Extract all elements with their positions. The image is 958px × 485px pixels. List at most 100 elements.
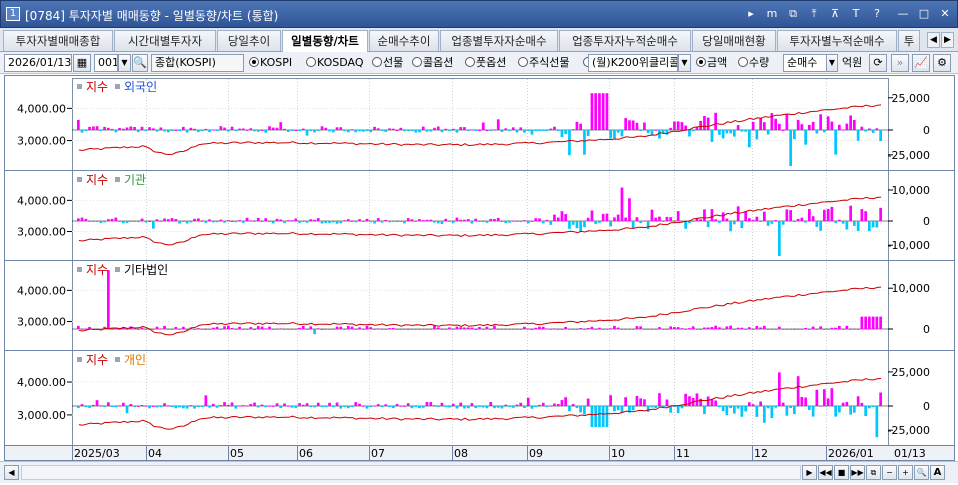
bar xyxy=(279,219,283,221)
type-select-chevron-down-icon[interactable]: ▼ xyxy=(826,54,838,72)
gear-icon[interactable]: ⚙ xyxy=(933,54,951,72)
radio-label: KOSPI xyxy=(260,56,293,69)
bar xyxy=(369,406,373,407)
calendar-icon[interactable]: ▦ xyxy=(73,54,91,72)
fast-forward-icon[interactable]: ▶▶ xyxy=(850,465,865,480)
pin-top-icon[interactable]: ⤒ xyxy=(806,6,822,22)
tab-1[interactable]: 투자자별매매종합 xyxy=(3,30,113,51)
tab-next-icon[interactable]: ▶ xyxy=(941,32,954,48)
window-copy-icon[interactable]: ⧉ xyxy=(785,6,801,22)
radio-dot-icon[interactable] xyxy=(518,57,528,67)
bar xyxy=(853,328,856,330)
bar xyxy=(875,221,879,228)
window-tile-icon[interactable]: ⧉ xyxy=(866,465,881,480)
bar xyxy=(283,403,286,406)
close-icon[interactable]: ✕ xyxy=(937,6,953,22)
code-input[interactable]: 001 xyxy=(94,54,118,72)
pin-icon[interactable]: ⊼ xyxy=(827,6,843,22)
tab-6[interactable]: 업종별투자자순매수 xyxy=(440,30,558,51)
bar xyxy=(691,130,695,132)
product-select-chevron-down-icon[interactable]: ▼ xyxy=(678,54,691,72)
bar xyxy=(264,328,268,330)
radio-markets-4[interactable]: 풋옵션 xyxy=(465,56,506,70)
play-icon[interactable]: ▸ xyxy=(743,6,759,22)
radio-dot-icon[interactable] xyxy=(372,57,382,67)
memo-icon[interactable]: m xyxy=(764,6,780,22)
font-size-icon[interactable]: T xyxy=(848,6,864,22)
radio-markets-5[interactable]: 주식선물 xyxy=(518,56,569,70)
radio-dot-icon[interactable] xyxy=(465,57,475,67)
scroll-track[interactable] xyxy=(21,465,801,480)
tab-9[interactable]: 투자자별누적순매수 xyxy=(777,30,897,51)
bar xyxy=(676,121,680,130)
tab-2[interactable]: 시간대별투자자 xyxy=(114,30,216,51)
bar xyxy=(140,218,144,221)
bar xyxy=(448,221,451,222)
bar xyxy=(628,120,631,130)
window-number-badge[interactable]: 1 xyxy=(6,7,20,21)
zoom-out-icon[interactable]: − xyxy=(882,465,897,480)
bar xyxy=(485,130,489,131)
radio-markets-0[interactable]: KOSPI xyxy=(249,56,292,70)
search-icon[interactable]: 🔍 xyxy=(132,54,148,72)
radio-dot-icon[interactable] xyxy=(738,57,748,67)
bar xyxy=(830,327,834,329)
bar xyxy=(530,220,534,222)
tab-4[interactable]: 일별동향/차트 xyxy=(282,30,368,53)
minimize-icon[interactable]: — xyxy=(895,6,911,22)
radio-units-1[interactable]: 수량 xyxy=(738,56,769,70)
magnifier-icon[interactable]: 🔍 xyxy=(914,465,929,480)
investor-chart-svg[interactable]: 4,000.00 3,000.00 25,000 0 -25,000 지수 외국인 4,000… xyxy=(0,75,958,461)
chevron-down-icon[interactable]: ▼ xyxy=(118,54,131,72)
bar xyxy=(830,121,834,130)
maximize-icon[interactable]: □ xyxy=(916,6,932,22)
bar xyxy=(515,130,519,133)
radio-markets-1[interactable]: KOSDAQ xyxy=(306,56,364,70)
font-icon[interactable]: A xyxy=(930,465,945,480)
bar xyxy=(414,329,418,330)
bar xyxy=(646,329,650,330)
bar xyxy=(122,221,125,224)
tab-10[interactable]: 투 xyxy=(898,30,920,51)
tab-3[interactable]: 당일추이 xyxy=(217,30,281,51)
tab-8[interactable]: 당일매매현황 xyxy=(692,30,776,51)
chart-icon[interactable]: 📈 xyxy=(912,54,930,72)
bar xyxy=(526,221,530,224)
bar xyxy=(579,123,582,130)
chart-area[interactable]: 4,000.00 3,000.00 25,000 0 -25,000 지수 외국인 4,000… xyxy=(0,75,958,461)
radio-dot-icon[interactable] xyxy=(249,57,259,67)
zoom-in-icon[interactable]: + xyxy=(898,465,913,480)
scroll-left-icon[interactable]: ◀ xyxy=(4,465,19,480)
bar xyxy=(485,406,489,409)
x-axis-label: 11 xyxy=(676,447,690,460)
radio-markets-3[interactable]: 콜옵션 xyxy=(412,56,453,70)
bar xyxy=(823,209,826,221)
type-select[interactable]: 순매수 xyxy=(783,54,827,72)
product-select[interactable]: (월)K200위클리콜 xyxy=(588,54,678,72)
tab-5[interactable]: 순매수추이 xyxy=(369,30,439,51)
bar xyxy=(639,130,642,131)
radio-dot-icon[interactable] xyxy=(306,57,316,67)
bar xyxy=(646,221,650,230)
help-icon[interactable]: ? xyxy=(869,6,885,22)
bar xyxy=(163,218,166,221)
radio-units-0[interactable]: 금액 xyxy=(696,56,727,70)
radio-dot-icon[interactable] xyxy=(696,57,706,67)
date-input[interactable]: 2026/01/13 xyxy=(4,54,72,72)
bar xyxy=(286,329,290,330)
radio-dot-icon[interactable] xyxy=(412,57,422,67)
scroll-right-icon[interactable]: ▶ xyxy=(802,465,817,480)
bar xyxy=(234,221,238,223)
bar xyxy=(541,402,545,406)
next-page-icon[interactable]: » xyxy=(891,54,909,72)
bar xyxy=(395,404,399,406)
bar xyxy=(613,130,616,139)
bar xyxy=(451,221,455,223)
tab-7[interactable]: 업종투자자누적순매수 xyxy=(559,30,691,51)
bar xyxy=(358,403,361,406)
tab-prev-icon[interactable]: ◀ xyxy=(927,32,940,48)
refresh-icon[interactable]: ⟳ xyxy=(869,54,887,72)
radio-markets-2[interactable]: 선물 xyxy=(372,56,403,70)
rewind-icon[interactable]: ◀◀ xyxy=(818,465,833,480)
stop-icon[interactable]: ■ xyxy=(834,465,849,480)
